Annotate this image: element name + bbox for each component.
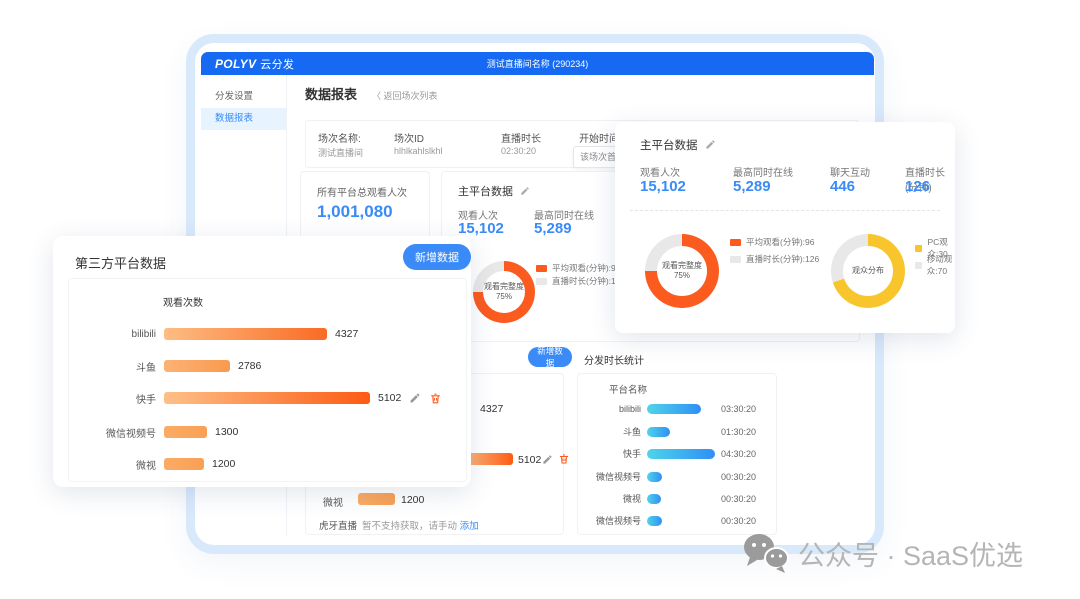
main-platform-card-floating: 主平台数据 观看人次 15,102 最高同时在线 5,289 聊天互动 446 …: [615, 122, 955, 333]
stat-views-label: 观看人次: [640, 164, 680, 179]
views-bar: [164, 392, 370, 404]
divider: [630, 210, 940, 211]
views-chart-box: 观看次数 bilibili 4327 斗鱼 2786 快手 5102 微信视频号: [68, 278, 467, 482]
bg-value-4327: 4327: [480, 403, 503, 415]
completion-donut: 观看完整度75%: [645, 234, 719, 308]
screenshot-canvas: 测试直播间名称 (290234) POLYV 云分发 分发设置 数据报表 数据报…: [0, 0, 1080, 599]
bar-row-douyu: 斗鱼 2786: [69, 359, 466, 373]
bg-legend-duration: 直播时长(分钟):126: [536, 275, 625, 287]
completion-donut-background: 观看完整度75%: [473, 261, 535, 323]
bg-weishi-value: 1200: [401, 494, 424, 506]
bg-bar-weishi: [358, 493, 395, 505]
duration-section-title: 分发时长统计: [584, 352, 644, 367]
live-duration-label: 直播时长: [501, 130, 541, 145]
total-views-value: 1,001,080: [317, 202, 393, 222]
edit-icon[interactable]: [705, 139, 716, 150]
views-bar: [164, 458, 204, 470]
delete-icon[interactable]: [429, 392, 442, 405]
bar-row-weishi: 微视 1200: [69, 457, 466, 471]
session-id-label: 场次ID: [394, 130, 424, 145]
edit-icon[interactable]: [520, 186, 530, 196]
table-row: 微信视频号 00:30:20: [578, 471, 776, 482]
wechat-icon: [742, 532, 790, 574]
bar-row-kuaishou: 快手 5102: [69, 391, 466, 405]
bar-row-bilibili: bilibili 4327: [69, 327, 466, 341]
bg-peak-value: 5,289: [534, 220, 572, 237]
table-row: 微信视频号 00:30:20: [578, 515, 776, 526]
watermark-text: 公众号 · SaaS优选: [798, 534, 1023, 573]
back-to-session-list-link[interactable]: 〈 返回场次列表: [372, 89, 438, 102]
duration-bar: [647, 427, 670, 437]
views-bar: [164, 328, 327, 340]
stat-peak-label: 最高同时在线: [733, 164, 793, 179]
bg-views-value: 15,102: [458, 220, 504, 237]
main-platform-bg-title: 主平台数据: [458, 183, 530, 199]
watermark: 公众号 · SaaS优选: [742, 532, 1023, 574]
stat-duration-value: 126: [905, 178, 930, 195]
delete-icon[interactable]: [558, 453, 570, 465]
live-duration-value: 02:30:20: [501, 146, 536, 156]
table-row: bilibili 03:30:20: [578, 403, 776, 414]
audience-donut: 观众分布: [831, 234, 905, 308]
bg-legend-avg-watch: 平均观看(分钟):96: [536, 262, 620, 274]
duration-bar: [647, 516, 662, 526]
third-party-card-floating: 第三方平台数据 新增数据 观看次数 bilibili 4327 斗鱼 2786 …: [53, 236, 471, 487]
table-row: 斗鱼 01:30:20: [578, 426, 776, 437]
views-bar: [164, 426, 207, 438]
page-title: 数据报表: [305, 84, 357, 103]
main-platform-title: 主平台数据: [640, 137, 716, 153]
sidebar-item-distribution-settings[interactable]: 分发设置: [201, 86, 286, 108]
add-data-button-background[interactable]: 新增数据: [528, 347, 572, 367]
session-name-value: 测试直播间: [318, 146, 363, 159]
chevron-left-icon: 〈: [372, 91, 381, 101]
stat-views-value: 15,102: [640, 178, 686, 195]
table-row: 快手 04:30:20: [578, 448, 776, 459]
legend-live-duration: 直播时长(分钟):126: [730, 253, 819, 265]
total-views-label: 所有平台总观看人次: [317, 184, 407, 199]
stat-chat-value: 446: [830, 178, 855, 195]
bg-weishi-label: 微视: [323, 494, 343, 509]
session-name-label: 场次名称:: [318, 130, 361, 145]
stat-peak-value: 5,289: [733, 178, 771, 195]
legend-avg-watch: 平均观看(分钟):96: [730, 236, 814, 248]
add-manually-link[interactable]: 添加: [460, 521, 479, 532]
app-header-bar: 测试直播间名称 (290234) POLYV 云分发: [201, 52, 874, 75]
duration-table-header: 平台名称: [609, 382, 647, 396]
duration-bar: [647, 404, 701, 414]
bg-huya-label: 虎牙直播: [319, 518, 357, 532]
views-chart-title: 观看次数: [163, 294, 203, 309]
sidebar-item-data-report[interactable]: 数据报表: [201, 108, 286, 130]
views-bar: [164, 360, 230, 372]
duration-bar: [647, 449, 715, 459]
duration-bar: [647, 494, 661, 504]
bg-value-5102: 5102: [518, 454, 541, 466]
edit-icon[interactable]: [409, 392, 421, 404]
third-party-title: 第三方平台数据: [75, 253, 166, 272]
session-id-value: hlhlkahlslkhl: [394, 146, 443, 156]
bg-huya-note: 暂不支持获取，请手动 添加: [362, 518, 479, 532]
table-row: 微视 00:30:20: [578, 493, 776, 504]
edit-icon[interactable]: [542, 454, 553, 465]
duration-bar: [647, 472, 662, 482]
stat-chat-label: 聊天互动: [830, 164, 870, 179]
legend-mobile-audience: 移动观众:70: [915, 253, 955, 277]
room-title: 测试直播间名称 (290234): [201, 57, 874, 70]
bar-row-wechat-channels: 微信视频号 1300: [69, 425, 466, 439]
duration-table-box: 平台名称 bilibili 03:30:20 斗鱼 01:30:20 快手 04…: [577, 373, 777, 535]
add-data-button[interactable]: 新增数据: [403, 244, 471, 270]
